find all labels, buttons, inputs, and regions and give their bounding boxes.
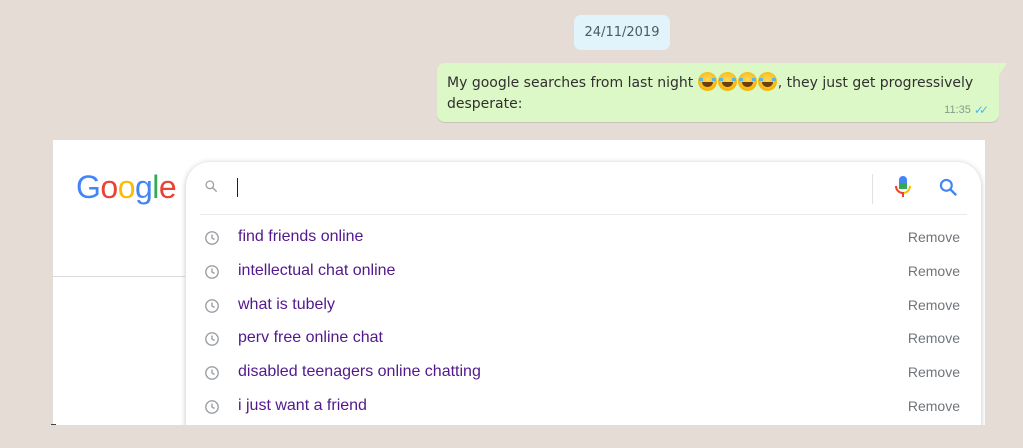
suggestion-item[interactable]: disabled teenagers online chatting Remov… [186, 356, 981, 390]
suggestion-item[interactable]: find friends online Remove [186, 221, 981, 255]
history-clock-icon [205, 366, 219, 381]
message-text: My google searches from last night , the… [447, 72, 987, 115]
suggestion-text[interactable]: find friends online [238, 228, 363, 246]
date-chip: 24/11/2019 [574, 15, 670, 50]
message-bubble-tail [999, 63, 1007, 75]
date-label: 24/11/2019 [584, 25, 660, 40]
search-icon [205, 180, 217, 192]
suggestion-text[interactable]: disabled teenagers online chatting [238, 363, 481, 381]
emoji-group [697, 72, 778, 91]
suggestions-divider [200, 214, 967, 215]
suggestion-item[interactable]: intellectual chat online Remove [186, 255, 981, 289]
remove-button[interactable]: Remove [908, 229, 960, 245]
tears-of-joy-emoji-icon [697, 72, 717, 91]
suggestion-item[interactable]: i just want a friend Remove [186, 390, 981, 424]
suggestion-item[interactable]: what is tubely Remove [186, 289, 981, 323]
history-clock-icon [205, 298, 219, 313]
search-input[interactable] [242, 174, 846, 202]
message-meta: 11:35 ✓✓ [944, 103, 989, 117]
logo-letter: g [134, 169, 153, 205]
logo-letter: l [152, 169, 159, 205]
logo-letter: o [117, 169, 136, 205]
remove-button[interactable]: Remove [908, 330, 960, 346]
tears-of-joy-emoji-icon [757, 72, 777, 91]
remove-button[interactable]: Remove [908, 398, 960, 414]
remove-button[interactable]: Remove [908, 297, 960, 313]
logo-letter: e [158, 169, 177, 205]
screenshot-edge-mark [51, 424, 56, 425]
message-text-before: My google searches from last night [447, 75, 698, 91]
suggestion-text[interactable]: what is tubely [238, 296, 335, 314]
remove-button[interactable]: Remove [908, 364, 960, 380]
logo-letter: o [100, 169, 118, 205]
text-caret [237, 178, 238, 197]
message-bubble[interactable]: My google searches from last night , the… [437, 63, 999, 122]
google-search-screenshot: Google find friends online Remove intell… [53, 140, 985, 425]
search-bar [186, 162, 981, 212]
suggestion-text[interactable]: i just want a friend [238, 397, 367, 415]
tears-of-joy-emoji-icon [737, 72, 757, 91]
message-time: 11:35 [944, 104, 971, 116]
search-box: find friends online Remove intellectual … [186, 162, 981, 425]
search-bar-separator [872, 174, 873, 204]
history-clock-icon [205, 264, 219, 279]
suggestion-item[interactable]: perv free online chat Remove [186, 322, 981, 356]
tears-of-joy-emoji-icon [717, 72, 737, 91]
logo-letter: G [76, 169, 101, 205]
suggestion-list: find friends online Remove intellectual … [186, 221, 981, 424]
suggestion-text[interactable]: intellectual chat online [238, 262, 395, 280]
remove-button[interactable]: Remove [908, 263, 960, 279]
microphone-icon[interactable] [894, 175, 912, 199]
suggestion-text[interactable]: perv free online chat [238, 329, 383, 347]
header-divider [53, 276, 185, 277]
history-clock-icon [205, 231, 219, 245]
search-submit-icon[interactable] [938, 177, 958, 197]
history-clock-icon [205, 332, 219, 347]
google-logo[interactable]: Google [76, 169, 177, 206]
history-clock-icon [205, 400, 219, 414]
double-check-icon: ✓✓ [973, 103, 989, 117]
